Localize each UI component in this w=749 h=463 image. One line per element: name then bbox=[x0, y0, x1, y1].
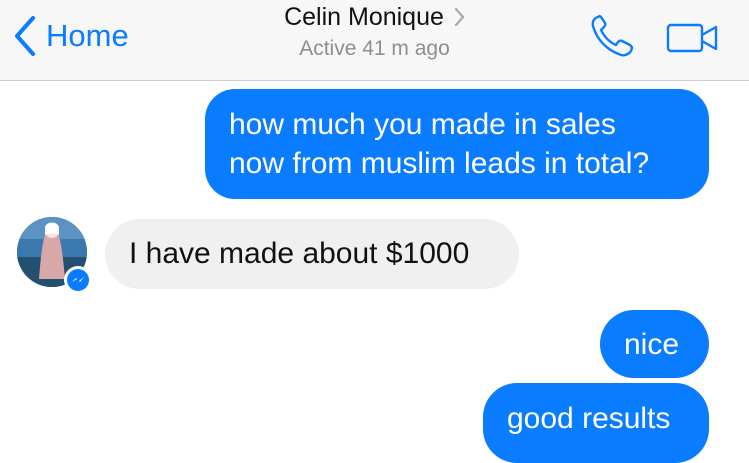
message-bubble-incoming[interactable]: I have made about $1000 bbox=[105, 219, 519, 289]
conversation-header: Home Celin Monique Active 41 m ago bbox=[0, 0, 749, 81]
message-line: how much you made in sales bbox=[229, 108, 616, 141]
message-line: I have made about $1000 bbox=[129, 237, 470, 270]
message-bubble-outgoing[interactable]: how much you made in sales now from musl… bbox=[205, 89, 709, 199]
messenger-badge bbox=[64, 266, 92, 294]
messenger-icon bbox=[72, 277, 84, 282]
video-camera-icon bbox=[666, 23, 718, 53]
message-line: nice bbox=[624, 328, 680, 361]
contact-name: Celin Monique bbox=[284, 3, 444, 31]
phone-icon bbox=[591, 15, 634, 57]
conversation-title[interactable]: Celin Monique Active 41 m ago bbox=[0, 2, 749, 61]
video-call-button[interactable] bbox=[666, 22, 720, 59]
call-button[interactable] bbox=[589, 14, 635, 63]
message-bubble-outgoing[interactable]: nice bbox=[600, 310, 709, 378]
message-bubble-outgoing[interactable]: good results bbox=[483, 383, 709, 463]
chevron-right-icon bbox=[454, 7, 465, 27]
message-line: good results bbox=[507, 402, 671, 435]
message-line: now from muslim leads in total? bbox=[229, 147, 650, 180]
active-status: Active 41 m ago bbox=[299, 37, 450, 60]
